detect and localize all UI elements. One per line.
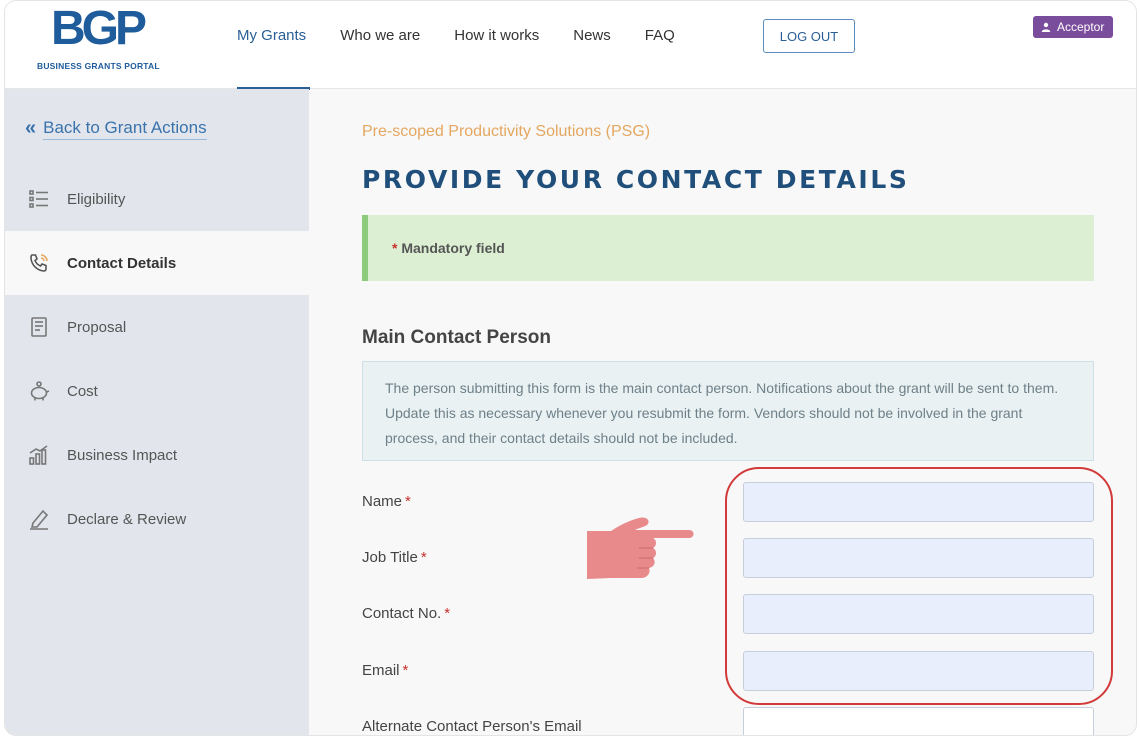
sidebar-item-proposal[interactable]: Proposal <box>5 295 309 359</box>
sidebar-item-contact-details[interactable]: Contact Details <box>5 231 309 295</box>
required-star: * <box>392 240 398 256</box>
role-label: Acceptor <box>1057 20 1105 34</box>
phone-icon <box>27 251 51 275</box>
contact-no-input[interactable] <box>743 594 1094 634</box>
pointing-hand-icon <box>587 517 694 579</box>
bar-chart-icon <box>27 443 51 467</box>
app-frame: BGP BUSINESS GRANTS PORTAL My Grants Who… <box>4 0 1137 736</box>
sidebar-item-declare-review[interactable]: Declare & Review <box>5 487 309 551</box>
alternate-email-label: Alternate Contact Person's Email <box>362 718 582 735</box>
sidebar-item-label: Proposal <box>67 318 127 336</box>
alternate-email-input[interactable] <box>743 707 1094 735</box>
required-star: * <box>405 493 411 510</box>
back-link-label: Back to Grant Actions <box>43 118 207 140</box>
double-chevron-left-icon: « <box>25 117 36 139</box>
list-icon <box>27 187 51 211</box>
nav-who-we-are[interactable]: Who we are <box>340 1 420 89</box>
mandatory-text: Mandatory field <box>401 240 505 256</box>
info-box: The person submitting this form is the m… <box>362 361 1094 461</box>
scheme-name: Pre-scoped Productivity Solutions (PSG) <box>362 123 651 140</box>
logout-button[interactable]: LOG OUT <box>763 19 855 53</box>
section-title: Main Contact Person <box>362 327 551 348</box>
top-header: BGP BUSINESS GRANTS PORTAL My Grants Who… <box>5 1 1136 90</box>
required-star: * <box>402 662 409 679</box>
sidebar-item-label: Eligibility <box>67 190 126 208</box>
job-title-label: Job Title * <box>362 549 427 566</box>
sidebar: « Back to Grant Actions Eligibility Cont… <box>5 89 309 735</box>
mandatory-field-notice: * Mandatory field <box>362 215 1094 281</box>
nav-my-grants[interactable]: My Grants <box>237 1 311 90</box>
job-title-input[interactable] <box>743 538 1094 578</box>
sidebar-item-label: Declare & Review <box>67 510 187 528</box>
required-star: * <box>420 549 427 566</box>
email-input[interactable] <box>743 651 1094 691</box>
nav-news[interactable]: News <box>573 1 611 89</box>
field-label-text: Job Title <box>362 549 418 566</box>
email-label: Email * <box>362 662 408 679</box>
contact-no-label: Contact No. * <box>362 605 450 622</box>
document-icon <box>27 315 51 339</box>
page-title: PROVIDE YOUR CONTACT DETAILS <box>362 165 910 194</box>
field-label-text: Name <box>362 493 403 510</box>
bgp-logo[interactable]: BGP BUSINESS GRANTS PORTAL <box>37 3 177 73</box>
sidebar-item-business-impact[interactable]: Business Impact <box>5 423 309 487</box>
role-badge[interactable]: Acceptor <box>1033 16 1114 38</box>
field-label-text: Contact No. <box>362 605 442 622</box>
pen-icon <box>27 507 51 531</box>
sidebar-item-label: Business Impact <box>67 446 178 464</box>
sidebar-item-eligibility[interactable]: Eligibility <box>5 167 309 231</box>
name-label: Name * <box>362 493 411 510</box>
back-to-grant-actions-link[interactable]: « Back to Grant Actions <box>25 117 207 140</box>
sidebar-item-label: Cost <box>67 382 98 400</box>
nav-how-it-works[interactable]: How it works <box>454 1 539 89</box>
nav-faq[interactable]: FAQ <box>645 1 675 89</box>
main-content: Pre-scoped Productivity Solutions (PSG) … <box>309 89 1136 735</box>
field-label-text: Email <box>362 662 400 679</box>
piggy-bank-icon <box>27 379 51 403</box>
name-input[interactable] <box>743 482 1094 522</box>
sidebar-item-cost[interactable]: Cost <box>5 359 309 423</box>
main-nav: My Grants Who we are How it works News F… <box>237 1 709 90</box>
required-star: * <box>444 605 451 622</box>
sidebar-item-label: Contact Details <box>67 254 177 272</box>
logo-mark: BGP <box>51 2 147 55</box>
user-icon <box>1041 22 1051 32</box>
logo-subtitle: BUSINESS GRANTS PORTAL <box>37 61 160 71</box>
